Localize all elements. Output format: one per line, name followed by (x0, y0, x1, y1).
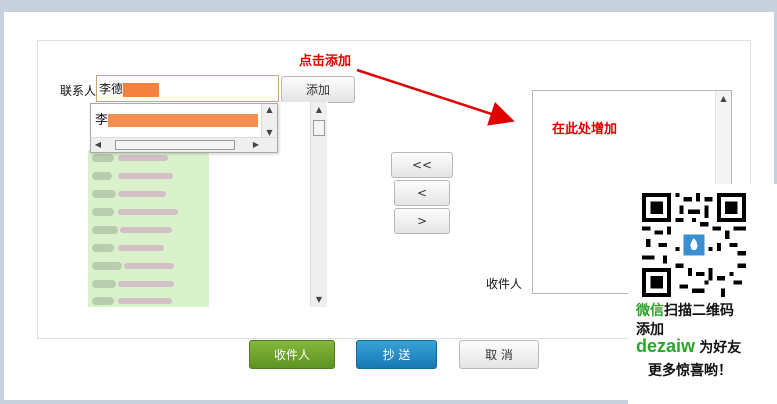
list-item[interactable] (92, 226, 118, 234)
cc-button[interactable]: 抄 送 (356, 340, 437, 369)
list-item[interactable] (92, 154, 114, 162)
list-item-detail (118, 173, 173, 179)
recipients-label: 收件人 (486, 277, 523, 291)
move-left-button[interactable]: < (394, 180, 450, 206)
contacts-label: 联系人 (60, 84, 97, 98)
scroll-down-icon[interactable]: ▼ (311, 295, 327, 304)
contact-input-value: 李德 (99, 82, 124, 96)
scroll-right-icon[interactable]: ▶ (251, 140, 261, 149)
dropdown-vscroll[interactable]: ▲ ▼ (261, 104, 277, 138)
cancel-button[interactable]: 取 消 (459, 340, 539, 369)
move-right-button[interactable]: > (394, 208, 450, 234)
annotation-add-here: 在此处增加 (552, 122, 618, 137)
list-item-detail (118, 155, 168, 161)
list-item[interactable] (92, 190, 116, 198)
add-button[interactable]: 添加 (281, 76, 355, 103)
scroll-thumb[interactable] (115, 140, 235, 150)
promo-line-3: dezaiw 为好友 (636, 336, 742, 356)
scroll-down-icon[interactable]: ▼ (262, 128, 277, 137)
scroll-thumb[interactable] (313, 120, 325, 136)
redacted-text (123, 82, 160, 97)
promo-line-4: 更多惊喜哟！ (648, 363, 732, 379)
list-item[interactable] (92, 172, 112, 180)
autocomplete-dropdown[interactable]: 李 ▲ ▼ ◀ ▶ (90, 103, 278, 153)
contact-list-scrollbar[interactable]: ▲ ▼ (310, 102, 327, 307)
list-item[interactable] (92, 262, 122, 270)
scroll-left-icon[interactable]: ◀ (93, 140, 103, 149)
promo-watermark: 微信扫描二维码 添加 dezaiw 为好友 更多惊喜哟！ (628, 184, 777, 404)
list-item-detail (118, 281, 174, 287)
redacted-text (108, 113, 259, 127)
list-item[interactable] (92, 208, 114, 216)
autocomplete-option[interactable]: 李 (91, 107, 263, 127)
dropdown-hscroll[interactable]: ◀ ▶ (91, 137, 277, 152)
list-item-detail (118, 298, 172, 304)
annotation-click-add: 点击添加 (299, 54, 352, 69)
promo-line-1: 微信扫描二维码 (636, 303, 734, 319)
contact-list-items[interactable] (88, 150, 209, 307)
scroll-up-icon[interactable]: ▲ (716, 94, 731, 103)
scroll-up-icon[interactable]: ▲ (262, 105, 277, 114)
move-all-left-button[interactable]: << (391, 152, 453, 178)
list-item[interactable] (92, 280, 116, 288)
list-item[interactable] (92, 244, 114, 252)
list-item-detail (118, 245, 164, 251)
recipient-button[interactable]: 收件人 (249, 340, 335, 369)
qr-code-icon (642, 193, 746, 297)
contact-search-input[interactable]: 李德 (96, 75, 279, 102)
list-item-detail (118, 209, 178, 215)
scroll-up-icon[interactable]: ▲ (311, 105, 327, 114)
list-item-detail (124, 263, 174, 269)
list-item-detail (118, 191, 166, 197)
list-item[interactable] (92, 297, 114, 305)
list-item-detail (120, 227, 172, 233)
